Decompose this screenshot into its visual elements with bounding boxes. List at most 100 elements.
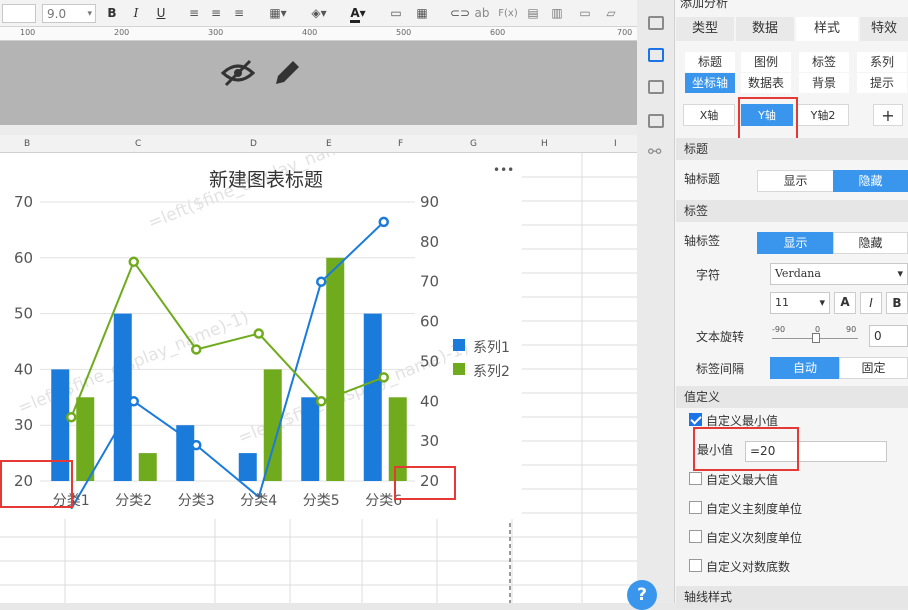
- image-icon[interactable]: ▭: [576, 4, 594, 23]
- label-gap-auto[interactable]: 自动: [770, 357, 840, 379]
- report-header-area: [0, 41, 637, 125]
- legend-item-series2[interactable]: 系列2: [473, 361, 510, 381]
- column-label[interactable]: H: [541, 139, 548, 149]
- font-family-select[interactable]: Verdana ▾: [770, 263, 908, 285]
- column-label[interactable]: B: [24, 139, 30, 149]
- y2-tick-label: 90: [420, 193, 439, 211]
- underline-button[interactable]: U: [153, 4, 169, 23]
- x-tick-label: 分类3: [178, 493, 215, 509]
- widget-icon[interactable]: [648, 80, 664, 94]
- column-header: B C D E F G H I: [0, 135, 637, 153]
- hide-icon[interactable]: [220, 57, 256, 89]
- subtab-background[interactable]: 背景: [799, 73, 849, 93]
- tab-style[interactable]: 样式: [796, 17, 858, 41]
- subtab-title[interactable]: 标题: [685, 52, 735, 72]
- chart-icon[interactable]: ▥: [548, 4, 566, 23]
- tab-data[interactable]: 数据: [736, 17, 794, 41]
- point-系列1-分类5: [316, 276, 327, 287]
- ruler: 100 200 300 400 500 600 700: [0, 27, 637, 41]
- x-tick-label: 分类4: [240, 493, 277, 509]
- chevron-down-icon: ▾: [897, 267, 903, 280]
- column-label[interactable]: G: [470, 139, 477, 149]
- add-axis-button[interactable]: +: [873, 104, 903, 126]
- legend-item-series1[interactable]: 系列1: [473, 337, 510, 357]
- font-family-select[interactable]: [2, 4, 36, 23]
- section-label: 标签: [676, 200, 908, 222]
- merge-icon[interactable]: ▭: [388, 4, 404, 23]
- subtab-axis[interactable]: 坐标轴: [685, 73, 735, 93]
- align-left-icon[interactable]: ≡: [186, 4, 202, 23]
- align-center-icon[interactable]: ≡: [208, 4, 224, 23]
- fill-color-icon[interactable]: ◈▾: [304, 4, 334, 23]
- section-title: 标题: [676, 138, 908, 160]
- column-label[interactable]: D: [250, 139, 257, 149]
- hyperlink-icon[interactable]: ⚯: [648, 142, 661, 161]
- custom-min-checkbox[interactable]: [689, 413, 702, 426]
- rotate-input[interactable]: 0: [869, 325, 908, 347]
- y2-tick-label: 30: [420, 432, 439, 450]
- bar-系列1-分类2: [113, 313, 132, 481]
- rotate-slider-handle[interactable]: [812, 333, 820, 343]
- custom-log-checkbox[interactable]: [689, 559, 702, 572]
- legend-swatch: [453, 339, 465, 351]
- font-color-button[interactable]: A▾: [342, 4, 374, 23]
- formula-button[interactable]: F(x): [497, 4, 519, 23]
- axis-label-show[interactable]: 显示: [757, 232, 834, 254]
- table-icon[interactable]: ▤: [524, 4, 542, 23]
- edit-pencil-icon[interactable]: [271, 57, 303, 89]
- font-family-value: Verdana: [775, 267, 821, 280]
- tab-effect[interactable]: 特效: [860, 17, 908, 41]
- filter-icon[interactable]: [648, 114, 664, 128]
- column-label[interactable]: F: [398, 139, 403, 149]
- cell-element-icon[interactable]: [648, 16, 664, 30]
- chart-attr-icon[interactable]: [648, 48, 664, 62]
- ruler-mark: 500: [396, 28, 412, 37]
- axis-label-label: 轴标签: [684, 234, 721, 248]
- point-系列1-分类6: [378, 216, 389, 228]
- subtab-series[interactable]: 系列: [857, 52, 907, 72]
- subtab-label[interactable]: 标签: [799, 52, 849, 72]
- chart-container[interactable]: =left($fine_display_name)-1) =left($fine…: [0, 153, 522, 519]
- label-gap-fixed[interactable]: 固定: [839, 357, 908, 379]
- panel-header-partial: 添加分析: [680, 0, 729, 10]
- x-tick-label: 分类2: [115, 493, 152, 509]
- font-size-select[interactable]: 11 ▾: [770, 292, 830, 314]
- column-label[interactable]: E: [326, 139, 332, 149]
- grid-icon[interactable]: ▦: [414, 4, 430, 23]
- link-icon[interactable]: ⊂⊃: [450, 4, 470, 23]
- point-系列2-分类1: [66, 411, 77, 423]
- text-format-button[interactable]: ab: [472, 4, 492, 23]
- column-label[interactable]: C: [135, 139, 141, 149]
- point-系列1-分类3: [191, 439, 202, 451]
- axis-title-hide[interactable]: 隐藏: [833, 170, 908, 192]
- bold-button[interactable]: B: [104, 4, 120, 23]
- custom-minor-checkbox[interactable]: [689, 530, 702, 543]
- label-bold-button[interactable]: B: [886, 292, 908, 314]
- x-axis-button[interactable]: X轴: [683, 104, 735, 126]
- align-right-icon[interactable]: ≡: [231, 4, 247, 23]
- bar-系列2-分类2: [138, 453, 157, 481]
- y2-axis-button[interactable]: Y轴2: [797, 104, 849, 126]
- label-italic-button[interactable]: I: [860, 292, 882, 314]
- column-label[interactable]: I: [614, 139, 617, 149]
- subtab-datasheet[interactable]: 数据表: [741, 73, 791, 93]
- font-size-value: 9.0: [47, 7, 67, 21]
- font-color-letter: A: [350, 6, 360, 23]
- font-size-select[interactable]: 9.0 ▾: [42, 4, 96, 23]
- subtab-legend[interactable]: 图例: [741, 52, 791, 72]
- y2-tick-label: 70: [420, 273, 439, 291]
- axis-label-hide[interactable]: 隐藏: [833, 232, 908, 254]
- more-icon[interactable]: ▱: [602, 4, 620, 23]
- axis-title-show[interactable]: 显示: [757, 170, 834, 192]
- tab-type[interactable]: 类型: [676, 17, 734, 41]
- italic-button[interactable]: I: [128, 4, 144, 23]
- ruler-mark: 200: [114, 28, 130, 37]
- label-font-color-button[interactable]: A: [834, 292, 856, 314]
- y-tick-label: 30: [14, 416, 33, 434]
- help-button[interactable]: ?: [627, 580, 657, 610]
- point-系列2-分类4: [253, 328, 264, 339]
- border-icon[interactable]: ▦▾: [263, 4, 293, 23]
- subtab-tooltip[interactable]: 提示: [857, 73, 907, 93]
- custom-major-checkbox[interactable]: [689, 501, 702, 514]
- custom-max-checkbox[interactable]: [689, 472, 702, 485]
